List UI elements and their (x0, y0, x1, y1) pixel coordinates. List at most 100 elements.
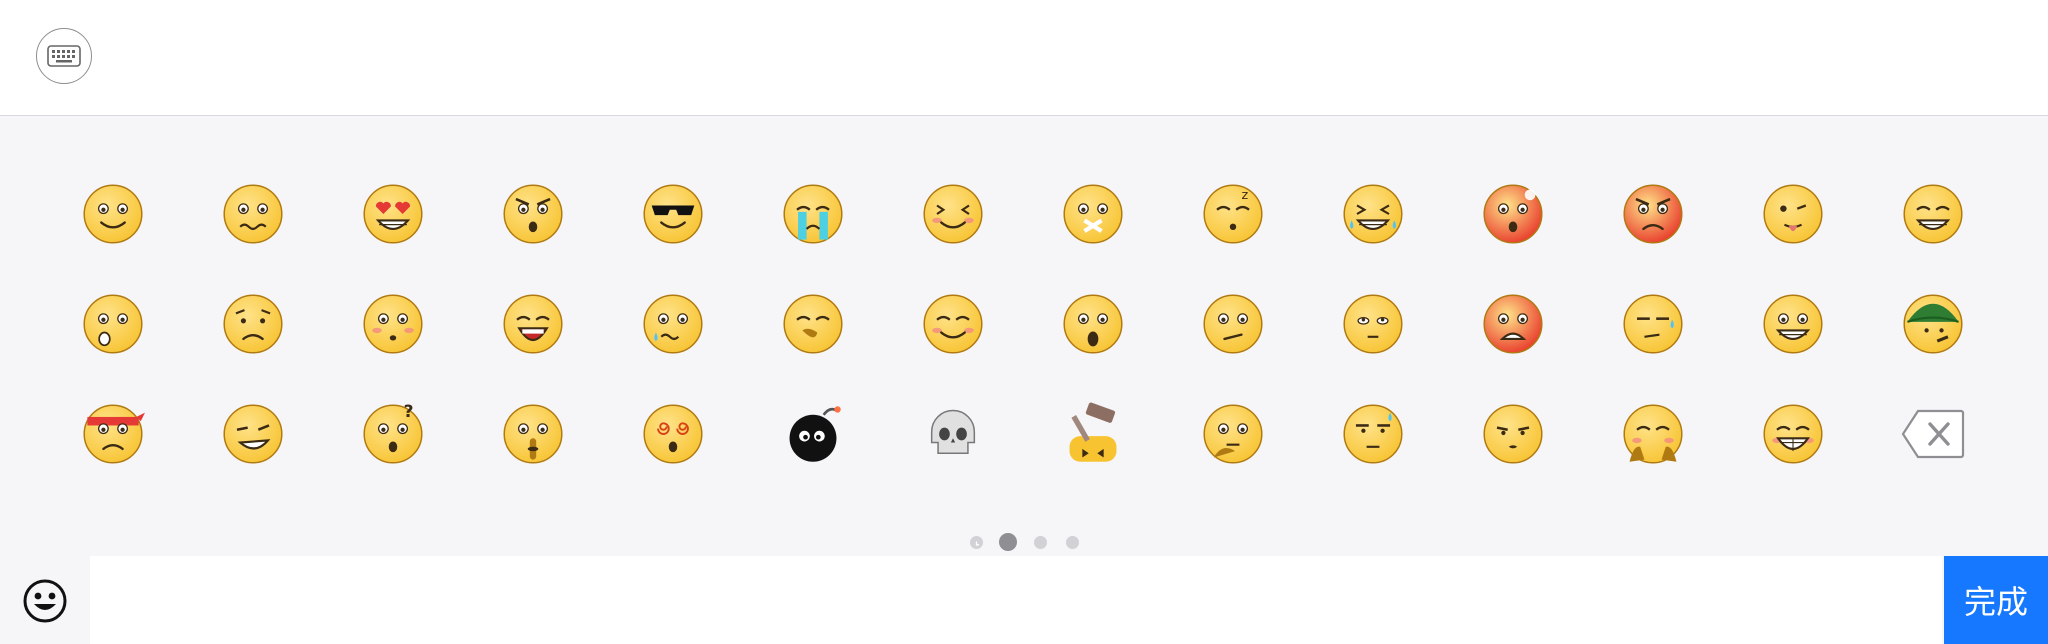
emoji-thinking[interactable] (1191, 392, 1275, 476)
thinking-icon (1203, 404, 1263, 464)
emoji-flushed[interactable] (351, 282, 435, 366)
ninja-headband-icon (83, 404, 145, 464)
emoji-holding-back-tears[interactable] (1611, 392, 1695, 476)
scared-icon (1483, 294, 1543, 354)
backspace-icon (1901, 409, 1965, 459)
message-input[interactable] (90, 556, 1942, 644)
tongue-wink-icon (1763, 184, 1823, 244)
teeth-grin-icon (1763, 404, 1823, 464)
emoji-bomb[interactable] (771, 392, 855, 476)
top-bar (0, 0, 2048, 116)
emoji-skull[interactable] (911, 392, 995, 476)
emoji-scared[interactable] (1471, 282, 1555, 366)
pouting-icon (1483, 404, 1543, 464)
emoji-embarrassed[interactable] (1471, 172, 1555, 256)
sleeping-icon: z (1203, 184, 1263, 244)
smiley-icon (23, 579, 67, 623)
skull-icon (930, 409, 976, 454)
speechless-icon (1343, 404, 1403, 464)
happy-icon (1763, 294, 1823, 354)
emoji-pleasant[interactable] (911, 282, 995, 366)
emoji-happy[interactable] (1751, 282, 1835, 366)
emoji-heart-eyes[interactable] (351, 172, 435, 256)
surprised-icon (83, 294, 143, 354)
screaming-cry-icon (503, 294, 563, 354)
shocked-icon (1063, 294, 1123, 354)
emoji-button[interactable] (18, 574, 72, 628)
questioning-icon: ? (363, 402, 423, 464)
angry-icon (503, 184, 563, 244)
emoji-screaming-cry[interactable] (491, 282, 575, 366)
bomb-icon (789, 406, 841, 462)
svg-text:z: z (1242, 188, 1249, 203)
emoji-crying[interactable] (771, 172, 855, 256)
pager-dot-active[interactable] (999, 533, 1017, 551)
emoji-sly-grin[interactable] (211, 392, 295, 476)
pleasant-icon (923, 294, 983, 354)
emoji-grid: z? (0, 116, 2048, 516)
emoji-cool-sunglasses[interactable] (631, 172, 715, 256)
emoji-questioning[interactable]: ? (351, 392, 435, 476)
emoji-disdain[interactable] (1331, 282, 1415, 366)
disdain-icon (1343, 294, 1403, 354)
emoji-hammer[interactable] (1051, 392, 1135, 476)
emoji-ninja-headband[interactable] (71, 392, 155, 476)
emoji-tears-of-joy[interactable] (1331, 172, 1415, 256)
emoji-grin[interactable] (1891, 172, 1975, 256)
shush-icon (503, 404, 563, 464)
keyboard-icon (47, 45, 81, 67)
emoji-giggle[interactable] (771, 282, 855, 366)
emoji-awkward[interactable] (211, 172, 295, 256)
shy-blush-icon (923, 184, 983, 244)
pager-recent[interactable] (969, 535, 983, 549)
emoji-sad[interactable] (211, 282, 295, 366)
holding-back-tears-icon (1623, 404, 1683, 464)
recent-clock-icon (975, 541, 979, 545)
crying-icon (783, 184, 843, 244)
flushed-icon (363, 294, 423, 354)
embarrassed-icon (1483, 184, 1543, 244)
hammer-icon (1069, 402, 1117, 462)
emoji-furious[interactable] (1611, 172, 1695, 256)
emoji-panel: z? (0, 116, 2048, 556)
input-bar: 完成 (0, 556, 2048, 644)
svg-text:?: ? (404, 402, 414, 422)
sly-grin-icon (223, 404, 283, 464)
emoji-surprised[interactable] (71, 282, 155, 366)
pager-dot[interactable] (1033, 535, 1047, 549)
emoji-shush[interactable] (491, 392, 575, 476)
emoji-shut-mouth[interactable] (1051, 172, 1135, 256)
green-hat-icon (1903, 294, 1963, 354)
sweating-anxious-icon (643, 294, 703, 354)
pager-dot[interactable] (1065, 535, 1079, 549)
dizzy-icon (643, 404, 703, 464)
emoji-speechless[interactable] (1331, 392, 1415, 476)
emoji-speechless-sweat[interactable] (1611, 282, 1695, 366)
furious-icon (1623, 184, 1683, 244)
delete-button[interactable] (1891, 392, 1975, 476)
cool-sunglasses-icon (643, 184, 703, 244)
emoji-teeth-grin[interactable] (1751, 392, 1835, 476)
emoji-confused[interactable] (1191, 282, 1275, 366)
emoji-shocked[interactable] (1051, 282, 1135, 366)
awkward-icon (223, 184, 283, 244)
emoji-sweating-anxious[interactable] (631, 282, 715, 366)
emoji-sleeping[interactable]: z (1191, 172, 1275, 256)
done-button[interactable]: 完成 (1944, 556, 2048, 644)
speechless-sweat-icon (1623, 294, 1683, 354)
tears-of-joy-icon (1343, 184, 1403, 244)
keyboard-toggle-button[interactable] (36, 28, 92, 84)
giggle-icon (783, 294, 843, 354)
emoji-smile[interactable] (71, 172, 155, 256)
smile-icon (83, 184, 143, 244)
sad-icon (223, 294, 283, 354)
emoji-pouting[interactable] (1471, 392, 1555, 476)
shut-mouth-icon (1063, 184, 1123, 244)
emoji-shy-blush[interactable] (911, 172, 995, 256)
emoji-green-hat[interactable] (1891, 282, 1975, 366)
grin-icon (1903, 184, 1963, 244)
emoji-angry[interactable] (491, 172, 575, 256)
page-indicator (0, 530, 2048, 554)
emoji-dizzy[interactable] (631, 392, 715, 476)
emoji-tongue-wink[interactable] (1751, 172, 1835, 256)
